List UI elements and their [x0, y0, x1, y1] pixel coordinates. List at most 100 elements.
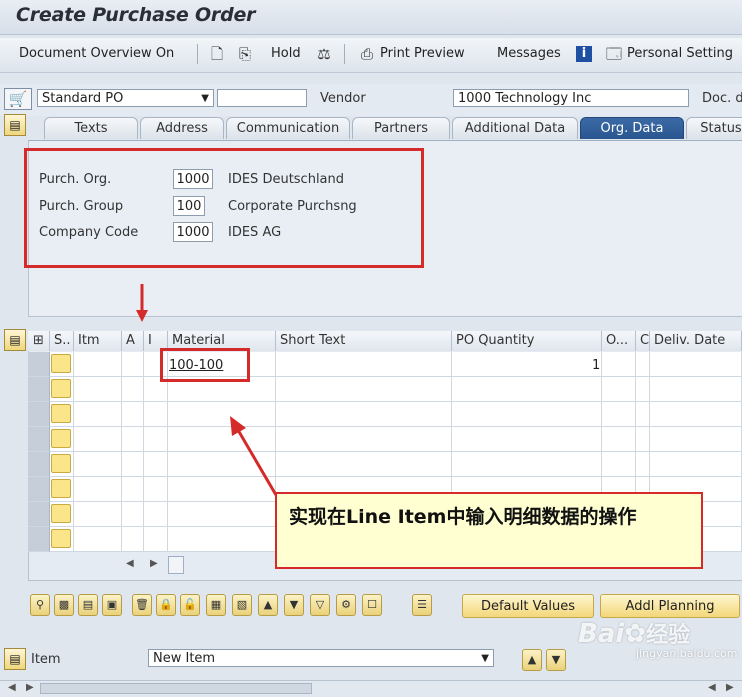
collapse-items-icon[interactable]: ▤: [4, 329, 26, 351]
company-code-field[interactable]: 1000: [173, 222, 213, 242]
default-values-button[interactable]: Default Values: [462, 594, 594, 618]
column-header-item[interactable]: Itm: [74, 331, 122, 351]
print-preview-button[interactable]: Print Preview: [380, 46, 465, 61]
status-cell[interactable]: [51, 454, 71, 473]
document-icon[interactable]: ☰: [412, 594, 432, 616]
insert-row-icon[interactable]: ▣: [102, 594, 122, 616]
table-cell[interactable]: [50, 452, 74, 477]
select-all-icon[interactable]: ▦: [206, 594, 226, 616]
table-cell[interactable]: [650, 377, 742, 402]
table-cell[interactable]: [74, 427, 122, 452]
table-cell[interactable]: [168, 427, 276, 452]
other-document-icon[interactable]: ⎘: [236, 44, 254, 64]
table-cell[interactable]: [50, 527, 74, 552]
row-selector[interactable]: [28, 402, 50, 427]
document-overview-button[interactable]: Document Overview On: [19, 46, 174, 61]
table-settings-icon[interactable]: ⊞: [28, 331, 50, 351]
table-cell[interactable]: [650, 427, 742, 452]
row-selector[interactable]: [28, 527, 50, 552]
lock-icon[interactable]: 🔒: [156, 594, 176, 616]
table-cell[interactable]: [452, 352, 602, 377]
copy-icon[interactable]: ▩: [54, 594, 74, 616]
po-number-field[interactable]: [217, 89, 307, 107]
item-down-icon[interactable]: ▼: [546, 649, 566, 671]
table-cell[interactable]: [602, 352, 636, 377]
new-document-icon[interactable]: 🗋: [208, 44, 226, 64]
status-cell[interactable]: [51, 479, 71, 498]
table-cell[interactable]: [50, 402, 74, 427]
collapse-item-detail-icon[interactable]: ▤: [4, 648, 26, 670]
table-cell[interactable]: [144, 402, 168, 427]
row-selector[interactable]: [28, 427, 50, 452]
status-cell[interactable]: [51, 504, 71, 523]
table-cell[interactable]: [602, 427, 636, 452]
column-header-order-unit[interactable]: O...: [602, 331, 636, 351]
table-cell[interactable]: [74, 477, 122, 502]
table-cell[interactable]: [122, 452, 144, 477]
po-type-select[interactable]: Standard PO ▼: [37, 89, 214, 107]
table-cell[interactable]: [74, 402, 122, 427]
row-selector[interactable]: [28, 502, 50, 527]
table-cell[interactable]: [276, 352, 452, 377]
table-cell[interactable]: [452, 452, 602, 477]
table-cell[interactable]: [74, 452, 122, 477]
tab-address[interactable]: Address: [140, 117, 224, 139]
table-cell[interactable]: [50, 502, 74, 527]
table-cell[interactable]: [168, 402, 276, 427]
status-cell[interactable]: [51, 379, 71, 398]
tab-partners[interactable]: Partners: [352, 117, 450, 139]
column-header-c[interactable]: C: [636, 331, 650, 351]
addl-planning-button[interactable]: Addl Planning: [600, 594, 740, 618]
table-cell[interactable]: [636, 452, 650, 477]
status-cell[interactable]: [51, 404, 71, 423]
table-cell[interactable]: [650, 452, 742, 477]
table-cell[interactable]: [144, 477, 168, 502]
cart-icon[interactable]: 🛒: [4, 88, 32, 110]
table-cell[interactable]: [144, 452, 168, 477]
purch-group-field[interactable]: 100: [173, 196, 205, 216]
table-cell[interactable]: [168, 527, 276, 552]
table-cell[interactable]: [122, 377, 144, 402]
table-cell[interactable]: [74, 352, 122, 377]
status-cell[interactable]: [51, 429, 71, 448]
table-cell[interactable]: [452, 377, 602, 402]
table-cell[interactable]: [144, 427, 168, 452]
table-cell[interactable]: [122, 427, 144, 452]
table-cell[interactable]: [74, 377, 122, 402]
table-cell[interactable]: [650, 352, 742, 377]
table-cell[interactable]: [122, 527, 144, 552]
status-cell[interactable]: [51, 354, 71, 373]
table-cell[interactable]: [144, 502, 168, 527]
filter-icon[interactable]: ▼: [284, 594, 304, 616]
table-cell[interactable]: [168, 452, 276, 477]
table-cell[interactable]: [50, 352, 74, 377]
table-cell[interactable]: [276, 452, 452, 477]
scroll-right-icon[interactable]: ▶: [726, 682, 734, 693]
filter-off-icon[interactable]: ▽: [310, 594, 330, 616]
column-header-po-quantity[interactable]: PO Quantity: [452, 331, 602, 351]
tab-communication[interactable]: Communication: [226, 117, 350, 139]
table-cell[interactable]: [636, 377, 650, 402]
table-cell[interactable]: [144, 527, 168, 552]
table-cell[interactable]: [50, 377, 74, 402]
table-cell[interactable]: [276, 427, 452, 452]
table-cell[interactable]: [122, 352, 144, 377]
table-cell[interactable]: [122, 402, 144, 427]
paste-icon[interactable]: ▤: [78, 594, 98, 616]
row-selector[interactable]: [28, 352, 50, 377]
column-header-short-text[interactable]: Short Text: [276, 331, 452, 351]
vendor-field[interactable]: 1000 Technology Inc: [453, 89, 689, 107]
po-quantity-cell-value[interactable]: 1: [592, 358, 600, 373]
item-up-icon[interactable]: ▲: [522, 649, 542, 671]
table-cell[interactable]: [602, 377, 636, 402]
table-cell[interactable]: [168, 477, 276, 502]
row-selector[interactable]: [28, 377, 50, 402]
scroll-left-icon[interactable]: ◀: [708, 682, 716, 693]
tab-status[interactable]: Status: [686, 117, 742, 139]
export-icon[interactable]: ☐: [362, 594, 382, 616]
bottom-scrollbar-thumb[interactable]: [40, 683, 312, 694]
purch-org-field[interactable]: 1000: [173, 169, 213, 189]
table-cell[interactable]: [602, 402, 636, 427]
row-selector[interactable]: [28, 477, 50, 502]
status-cell[interactable]: [51, 529, 71, 548]
